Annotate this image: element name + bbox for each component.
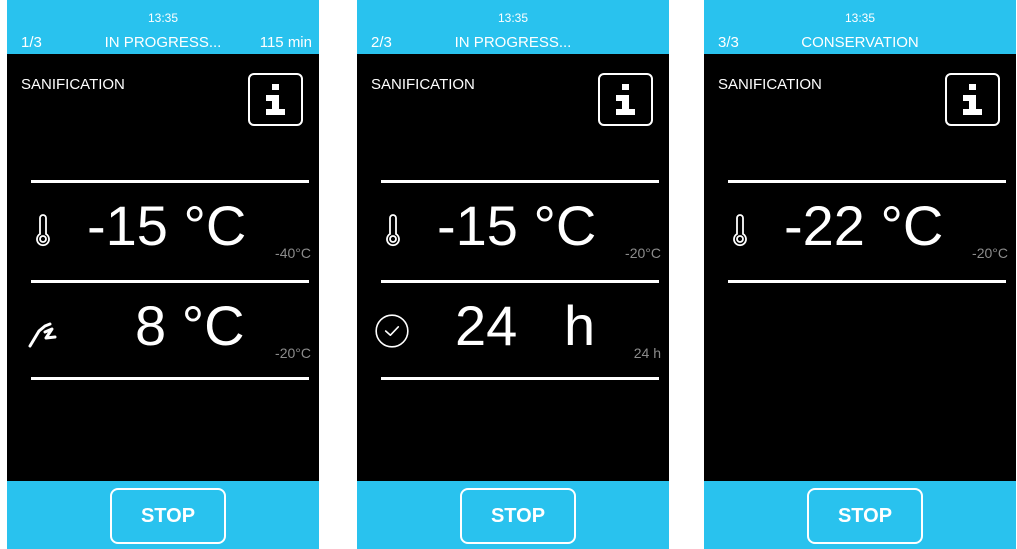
stop-button[interactable]: STOP xyxy=(110,488,226,544)
clock-time: 13:35 xyxy=(844,11,876,25)
thermometer-icon xyxy=(733,214,747,247)
status-header: 13:35 3/3 CONSERVATION xyxy=(704,0,1016,54)
divider xyxy=(728,280,1006,283)
temperature-value: -15 °C xyxy=(87,194,247,257)
probe-icon xyxy=(28,322,57,348)
status-text: IN PROGRESS... xyxy=(454,34,572,51)
temperature-setpoint: -20°C xyxy=(972,245,1008,261)
status-panel-3: 13:35 3/3 CONSERVATION SANIFICATION -22 … xyxy=(704,0,1016,549)
temperature-value: -15 °C xyxy=(437,194,597,257)
footer-bar: STOP xyxy=(704,481,1016,549)
cabinet-temperature-row: -22 °C -20°C xyxy=(704,183,1016,281)
status-header: 13:35 2/3 IN PROGRESS... xyxy=(357,0,669,54)
info-button[interactable] xyxy=(248,73,303,126)
info-button[interactable] xyxy=(598,73,653,126)
status-header: 13:35 1/3 IN PROGRESS... 115 min xyxy=(7,0,319,54)
clock-time: 13:35 xyxy=(497,11,529,25)
timer-row: 24 h 24 h xyxy=(357,283,669,381)
stop-button[interactable]: STOP xyxy=(807,488,923,544)
timer-value: 24 h xyxy=(455,294,596,357)
program-name: SANIFICATION xyxy=(21,76,125,93)
temperature-setpoint: -40°C xyxy=(275,245,311,261)
clock-time: 13:35 xyxy=(147,11,179,25)
info-button[interactable] xyxy=(945,73,1000,126)
thermometer-icon xyxy=(386,214,400,247)
program-name: SANIFICATION xyxy=(718,76,822,93)
program-name: SANIFICATION xyxy=(371,76,475,93)
temperature-value: -22 °C xyxy=(784,194,944,257)
cabinet-temperature-row: -15 °C -20°C xyxy=(357,183,669,281)
footer-bar: STOP xyxy=(357,481,669,549)
probe-value: 8 °C xyxy=(135,294,245,357)
divider xyxy=(31,377,309,380)
cabinet-temperature-row: -15 °C -40°C xyxy=(7,183,319,281)
timer-setpoint: 24 h xyxy=(633,345,661,361)
footer-bar: STOP xyxy=(7,481,319,549)
probe-temperature-row: 8 °C -20°C xyxy=(7,283,319,381)
thermometer-icon xyxy=(36,214,50,247)
temperature-setpoint: -20°C xyxy=(625,245,661,261)
probe-setpoint: -20°C xyxy=(275,345,311,361)
status-panel-1: 13:35 1/3 IN PROGRESS... 115 min SANIFIC… xyxy=(7,0,319,549)
remaining-duration: 115 min xyxy=(259,34,312,51)
clock-icon xyxy=(375,314,409,348)
status-text: CONSERVATION xyxy=(801,34,919,51)
info-icon xyxy=(616,84,635,115)
divider xyxy=(381,377,659,380)
stop-button[interactable]: STOP xyxy=(460,488,576,544)
info-icon xyxy=(963,84,982,115)
status-panel-2: 13:35 2/3 IN PROGRESS... SANIFICATION -1… xyxy=(357,0,669,549)
info-icon xyxy=(266,84,285,115)
